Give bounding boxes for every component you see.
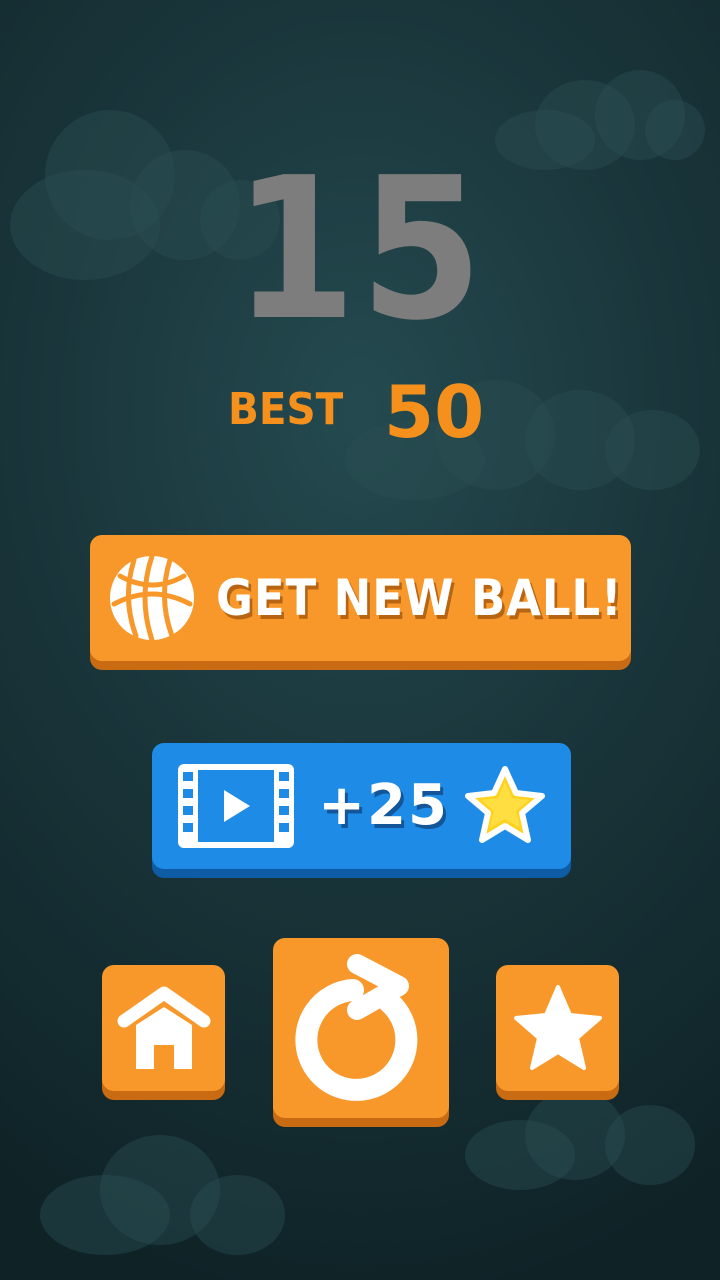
get-new-ball-button[interactable]: GET NEW BALL! xyxy=(90,535,631,661)
home-icon xyxy=(116,983,212,1073)
star-icon xyxy=(512,983,604,1073)
get-new-ball-label: GET NEW BALL! xyxy=(216,569,623,627)
background-cloud xyxy=(465,1085,705,1195)
replay-icon xyxy=(291,950,431,1106)
best-value: 50 xyxy=(384,370,485,454)
watch-video-reward-button[interactable]: +25 xyxy=(152,743,571,869)
best-label: BEST xyxy=(228,384,344,435)
current-score: 15 xyxy=(233,136,487,364)
rate-button[interactable] xyxy=(496,965,619,1091)
star-icon xyxy=(463,766,547,846)
replay-button[interactable] xyxy=(273,938,449,1118)
video-icon xyxy=(176,762,296,850)
basketball-icon xyxy=(108,554,196,642)
reward-amount-label: +25 xyxy=(318,773,449,838)
home-button[interactable] xyxy=(102,965,225,1091)
background-cloud xyxy=(40,1135,290,1265)
